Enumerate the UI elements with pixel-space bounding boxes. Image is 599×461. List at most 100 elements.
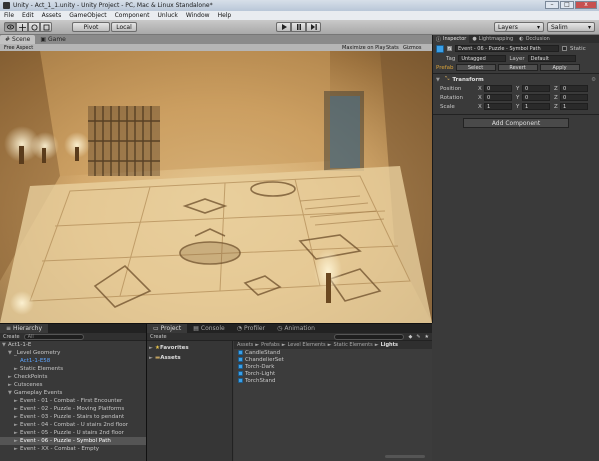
pause-button[interactable] — [291, 22, 306, 32]
asset-item[interactable]: Torch-Light — [234, 370, 433, 377]
hierarchy-item-label: Event - 02 - Puzzle - Moving Platforms — [20, 406, 125, 412]
scale-z-field[interactable]: 1 — [560, 103, 588, 110]
active-checkbox[interactable]: ✓ — [447, 46, 452, 51]
tab-hierarchy[interactable]: ≡ Hierarchy — [0, 324, 49, 333]
assets-folder-item[interactable]: ► ▬ Assets — [147, 354, 232, 362]
asset-item-label: CandleStand — [245, 349, 281, 356]
scale-y-field[interactable]: 1 — [522, 103, 550, 110]
game-scene-render — [0, 51, 432, 323]
pivot-toggle[interactable]: Pivot — [72, 22, 110, 32]
project-create-dropdown[interactable]: Create — [150, 334, 167, 340]
tab-scene[interactable]: # Scene — [0, 35, 36, 44]
game-viewport[interactable] — [0, 51, 432, 323]
menu-component[interactable]: Component — [115, 12, 150, 19]
menu-edit[interactable]: Edit — [22, 12, 34, 19]
hand-tool-button[interactable] — [4, 22, 16, 32]
occlusion-icon: ◐ — [519, 36, 524, 42]
project-tabs: ▭ Project ▤ Console ◔ Profiler ◷ Animati… — [147, 324, 432, 333]
hierarchy-item[interactable]: ▼ Gameplay Events — [0, 389, 146, 397]
filter-by-type-icon[interactable]: ◆ — [408, 334, 412, 340]
hierarchy-item[interactable]: ► Static Elements — [0, 365, 146, 373]
favorites-item[interactable]: ► ★ Favorites — [147, 344, 232, 352]
breadcrumb-level-elements[interactable]: Level Elements — [288, 342, 326, 348]
hierarchy-create-dropdown[interactable]: Create — [3, 334, 20, 340]
asset-item[interactable]: CandleStand — [234, 349, 433, 356]
tab-console[interactable]: ▤ Console — [187, 324, 231, 333]
layout-dropdown[interactable]: Salim ▾ — [547, 22, 595, 32]
hierarchy-search-input[interactable]: All — [23, 333, 84, 340]
star-filter-icon[interactable]: ★ — [425, 334, 429, 340]
object-name-field[interactable]: Event - 06 - Puzzle - Symbol Path — [455, 45, 559, 52]
layers-dropdown[interactable]: Layers ▾ — [494, 22, 544, 32]
move-tool-button[interactable] — [16, 22, 28, 32]
position-y-field[interactable]: 0 — [522, 85, 550, 92]
hierarchy-item[interactable]: ▼ Act1-1-E — [0, 341, 146, 349]
rotation-z-field[interactable]: 0 — [560, 94, 588, 101]
breadcrumb-static-elements[interactable]: Static Elements — [334, 342, 373, 348]
minimize-button[interactable]: – — [545, 1, 559, 9]
breadcrumb-lights[interactable]: Lights — [381, 342, 398, 348]
hierarchy-item[interactable]: ► Event - XX - Combat - Empty — [0, 445, 146, 453]
prefab-revert-button[interactable]: Revert — [497, 64, 538, 71]
tab-occlusion[interactable]: ◐ Occlusion — [516, 35, 553, 43]
hierarchy-item[interactable]: ► CheckPoints — [0, 373, 146, 381]
project-search-input[interactable] — [334, 333, 405, 340]
hierarchy-item[interactable]: ▼ _Level Geometry — [0, 349, 146, 357]
hierarchy-item[interactable]: ► Event - 06 - Puzzle - Symbol Path — [0, 437, 146, 445]
tab-animation[interactable]: ◷ Animation — [271, 324, 321, 333]
tab-game[interactable]: ▣ Game — [35, 35, 71, 44]
menu-help[interactable]: Help — [218, 12, 232, 19]
hierarchy-item[interactable]: ► Event - 05 - Puzzle - U stairs 2nd floo… — [0, 429, 146, 437]
play-button[interactable] — [276, 22, 291, 32]
prefab-select-button[interactable]: Select — [455, 64, 496, 71]
local-toggle[interactable]: Local — [111, 22, 137, 32]
menu-file[interactable]: File — [4, 12, 14, 19]
asset-item[interactable]: TorchStand — [234, 377, 433, 384]
breadcrumb-prefabs[interactable]: Prefabs — [261, 342, 280, 348]
layer-dropdown[interactable]: Default — [527, 55, 576, 62]
breadcrumb-assets[interactable]: Assets — [237, 342, 253, 348]
rotate-tool-button[interactable] — [28, 22, 40, 32]
hierarchy-item[interactable]: ► Event - 04 - Combat - U stairs 2nd floo… — [0, 421, 146, 429]
stats-toggle[interactable]: Stats — [386, 45, 399, 51]
component-settings-gear-icon[interactable]: ⚙ — [591, 77, 596, 83]
asset-item[interactable]: Torch-Dark — [234, 363, 433, 370]
move-icon — [18, 23, 26, 31]
hierarchy-item[interactable]: ► Event - 03 - Puzzle - Stairs to pendant — [0, 413, 146, 421]
game-icon: ▣ — [40, 36, 46, 43]
hierarchy-item[interactable]: ► Cutscenes — [0, 381, 146, 389]
aspect-dropdown[interactable]: Free Aspect — [4, 45, 33, 51]
maximize-on-play-toggle[interactable]: Maximize on Play — [342, 45, 386, 51]
position-z-field[interactable]: 0 — [560, 85, 588, 92]
hierarchy-item[interactable]: ► Event - 01 - Combat - First Encounter — [0, 397, 146, 405]
tab-project[interactable]: ▭ Project — [147, 324, 188, 333]
menu-window[interactable]: Window — [186, 12, 210, 19]
hierarchy-item[interactable]: Act1-1-E58 — [0, 357, 146, 365]
scale-x-field[interactable]: 1 — [484, 103, 512, 110]
scale-tool-button[interactable] — [40, 22, 52, 32]
gizmos-dropdown[interactable]: Gizmos — [403, 45, 421, 51]
add-component-button[interactable]: Add Component — [463, 118, 569, 128]
menu-unluck[interactable]: Unluck — [157, 12, 177, 19]
menu-assets[interactable]: Assets — [42, 12, 62, 19]
zoom-slider[interactable] — [385, 455, 425, 458]
prefab-apply-button[interactable]: Apply — [539, 64, 580, 71]
step-button[interactable] — [306, 22, 321, 32]
tab-profiler[interactable]: ◔ Profiler — [231, 324, 271, 333]
tag-dropdown[interactable]: Untagged — [458, 55, 507, 62]
static-checkbox[interactable] — [562, 46, 567, 51]
filter-by-label-icon[interactable]: ✎ — [416, 334, 420, 340]
asset-item[interactable]: ChandelierSet — [234, 356, 433, 363]
maximize-button[interactable]: □ — [560, 1, 574, 9]
transform-header[interactable]: ▼ ⤡ Transform ⚙ — [433, 75, 599, 84]
menu-gameobject[interactable]: GameObject — [69, 12, 106, 19]
rotation-x-field[interactable]: 0 — [484, 94, 512, 101]
tab-lightmapping[interactable]: ● Lightmapping — [469, 35, 516, 43]
rotation-y-field[interactable]: 0 — [522, 94, 550, 101]
hierarchy-item[interactable]: ► Event - 02 - Puzzle - Moving Platforms — [0, 405, 146, 413]
close-button[interactable]: x — [575, 1, 597, 9]
hierarchy-item-label: Static Elements — [20, 366, 64, 372]
tab-inspector[interactable]: ⓘ Inspector — [433, 35, 470, 43]
doorway-light — [330, 96, 360, 168]
position-x-field[interactable]: 0 — [484, 85, 512, 92]
